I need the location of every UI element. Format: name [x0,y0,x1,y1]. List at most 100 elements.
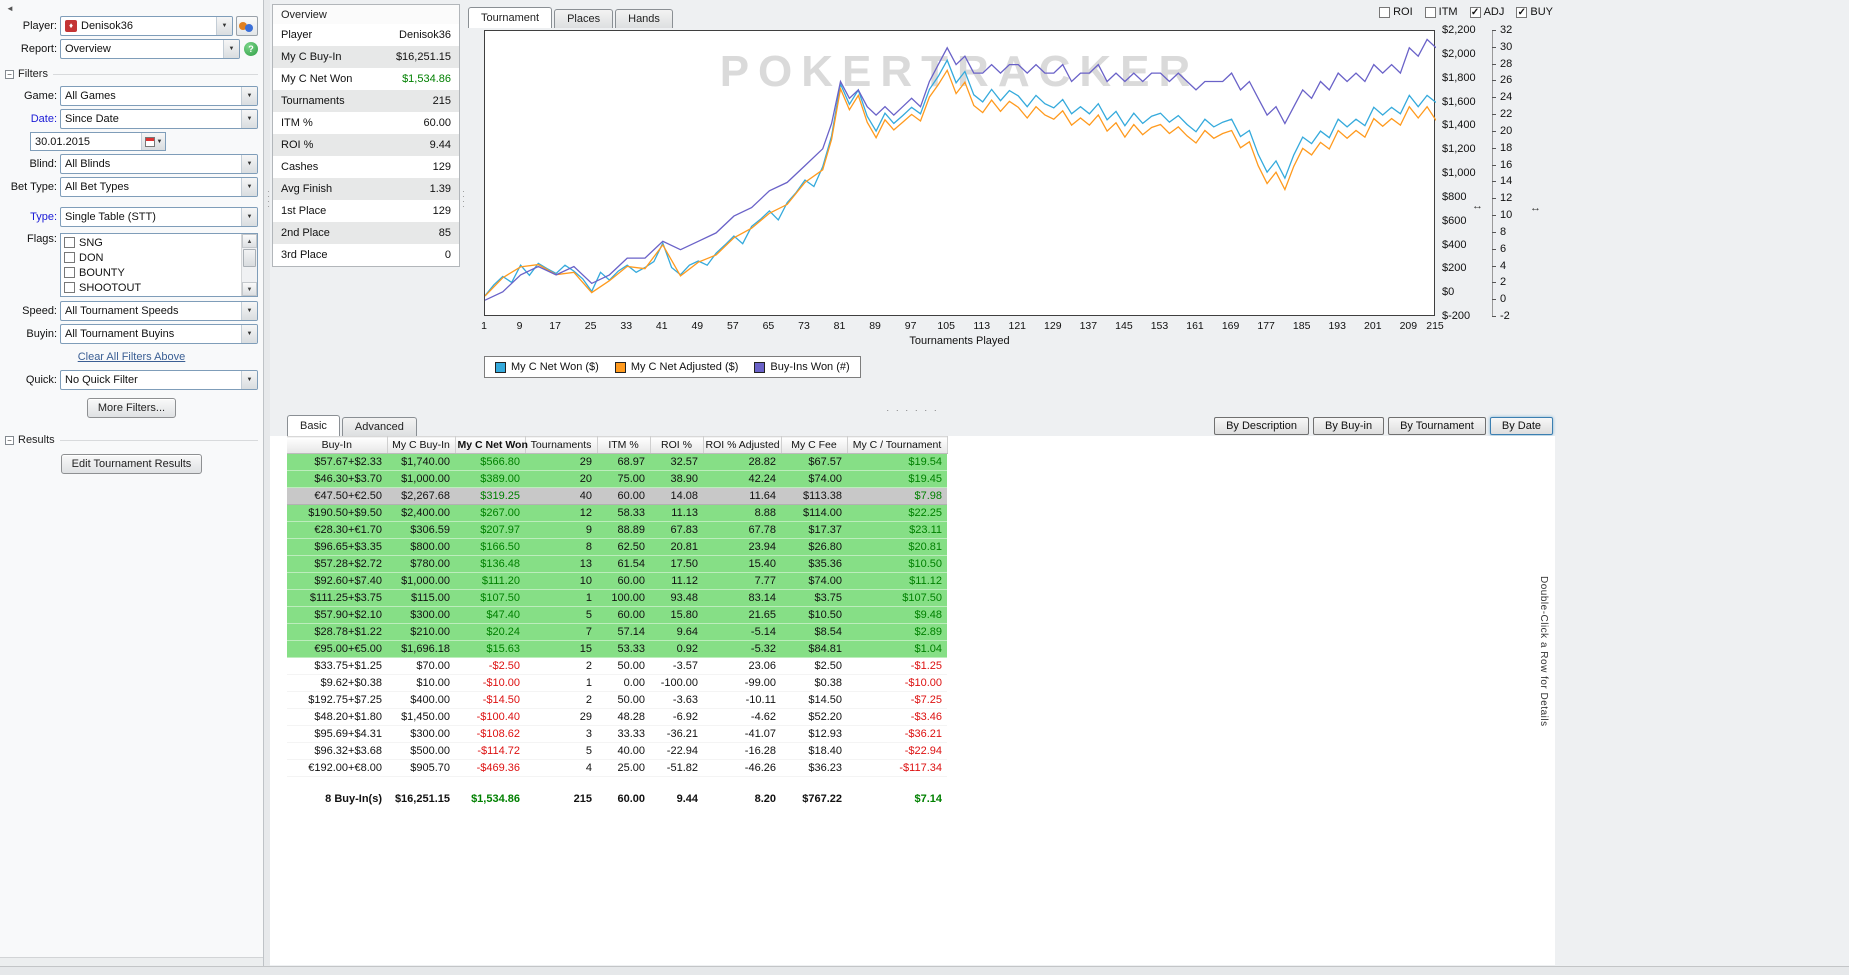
table-row[interactable]: $57.67+$2.33 $1,740.00 $566.80 29 68.97 32.57… [287,453,947,471]
flags-scrollbar[interactable]: ▲ ▼ [241,234,257,296]
column-header-itm[interactable]: ITM % [597,436,651,454]
table-row[interactable]: $28.78+$1.22 $210.00 $20.24 7 57.14 9.64 -5.14… [287,623,947,641]
cell: -$10.00 [847,674,947,692]
clear-all-filters-link[interactable]: Clear All Filters Above [78,351,186,363]
flag-checkbox-item[interactable]: SNG [61,235,240,250]
column-header-my-c-fee[interactable]: My C Fee [781,436,848,454]
date-select[interactable]: Since Date ▼ [60,109,258,129]
collapse-results-icon[interactable]: − [5,435,14,445]
chevron-down-icon[interactable]: ▼ [241,325,257,343]
collapse-filters-icon[interactable]: − [5,69,14,79]
column-header-my-c-tournament[interactable]: My C / Tournament [847,436,948,454]
table-row[interactable]: $96.32+$3.68 $500.00 -$114.72 5 40.00 -22.94-… [287,742,947,760]
tab-places[interactable]: Places [554,9,614,28]
table-row[interactable]: €95.00+€5.00 $1,696.18 $15.63 15 53.33 0.92 -5… [287,640,947,658]
chevron-down-icon[interactable]: ▼ [216,17,232,35]
tab-advanced[interactable]: Advanced [341,417,417,436]
table-row[interactable]: $192.75+$7.25 $400.00 -$14.50 2 50.00 -3.63 -1… [287,691,947,709]
chevron-down-icon[interactable]: ▼ [241,208,257,226]
column-header-roi[interactable]: ROI % [650,436,704,454]
tab-tournament[interactable]: Tournament [468,7,553,28]
table-row[interactable]: $57.28+$2.72 $780.00 $136.48 13 61.54 17.50 15… [287,555,947,573]
overview-chart-splitter[interactable]: ···· [459,0,469,405]
table-row[interactable]: €47.50+€2.50 $2,267.68 $319.25 40 60.00 14.08… [287,487,947,505]
report-help-icon[interactable]: ? [244,42,258,56]
chevron-down-icon[interactable]: ▼ [241,302,257,320]
table-row[interactable]: €192.00+€8.00 $905.70 -$469.36 4 25.00 -51.82… [287,759,947,777]
toggle-roi[interactable]: ROI [1379,6,1413,18]
flags-listbox[interactable]: SNG DON BOUNTY SHOOTOUT ▲ ▼ [60,233,258,297]
chevron-down-icon[interactable]: ▼ [241,155,257,173]
toggle-itm[interactable]: ITM [1424,6,1458,18]
game-select[interactable]: All Games ▼ [60,86,258,106]
toggle-buy[interactable]: ✓ BUY [1516,6,1553,18]
chevron-down-icon[interactable]: ▼ [241,110,257,128]
table-row[interactable]: $92.60+$7.40 $1,000.00 $111.20 10 60.00 11.12… [287,572,947,590]
blind-select[interactable]: All Blinds ▼ [60,154,258,174]
cell: 11.12 [650,572,703,590]
chevron-down-icon[interactable]: ▼ [223,40,239,58]
column-header-my-c-buy-in[interactable]: My C Buy-In [387,436,456,454]
player-select[interactable]: ♦ Denisok36 ▼ [60,16,233,36]
type-select[interactable]: Single Table (STT) ▼ [60,207,258,227]
table-row[interactable]: $57.90+$2.10 $300.00 $47.40 5 60.00 15.80 21.6… [287,606,947,624]
horizontal-splitter[interactable]: · · · · · · [270,406,1555,416]
flag-checkbox-item[interactable]: DON [61,250,240,265]
cell: -$2.50 [455,657,525,675]
table-row[interactable]: $33.75+$1.25 $70.00 -$2.50 2 50.00 -3.57 23.06… [287,657,947,675]
sort-button-by-tournament[interactable]: By Tournament [1388,417,1486,435]
sort-button-by-date[interactable]: By Date [1489,417,1553,435]
more-filters-button[interactable]: More Filters... [86,398,177,418]
chevron-down-icon[interactable]: ▼ [241,87,257,105]
edit-tournament-results-button[interactable]: Edit Tournament Results [60,454,203,474]
table-row[interactable]: $190.50+$9.50 $2,400.00 $267.00 12 58.33 11.1… [287,504,947,522]
tab-basic[interactable]: Basic [287,415,340,436]
axis-pan-icon[interactable]: ↔ [1530,202,1541,214]
axis-pan-icon[interactable]: ↔ [1472,200,1483,212]
column-header-roi-adjusted[interactable]: ROI % Adjusted [703,436,782,454]
scroll-down-icon[interactable]: ▼ [242,282,257,296]
horizontal-scrollbar[interactable] [0,966,1849,975]
cell: $1,000.00 [387,470,455,488]
column-header-my-c-net-won[interactable]: My C Net Won [455,436,528,454]
date-input[interactable]: 30.01.2015 ▼ [30,132,166,151]
cell: $12.93 [781,725,847,743]
date-picker-button[interactable]: ▼ [141,133,165,150]
table-row[interactable]: $48.20+$1.80 $1,450.00 -$100.40 29 48.28 -6.9… [287,708,947,726]
table-row[interactable]: $111.25+$3.75 $115.00 $107.50 1 100.00 93.48 8… [287,589,947,607]
flags-filter-row: Flags: SNG DON BOUNTY SHOOTOUT ▲ ▼ [0,233,263,297]
sort-button-by-description[interactable]: By Description [1214,417,1309,435]
chart-plot-area[interactable]: POKERTRACKER [484,30,1436,316]
scroll-up-icon[interactable]: ▲ [242,234,257,248]
table-row[interactable]: $9.62+$0.38 $10.00 -$10.00 1 0.00 -100.00 -99.… [287,674,947,692]
sidebar-scrollbar[interactable] [0,957,263,966]
buyin-select[interactable]: All Tournament Buyins ▼ [60,324,258,344]
cell: $0.38 [781,674,847,692]
table-row[interactable]: $46.30+$3.70 $1,000.00 $389.00 20 75.00 38.90… [287,470,947,488]
speed-select[interactable]: All Tournament Speeds ▼ [60,301,258,321]
column-header-buy-in[interactable]: Buy-In [287,436,388,454]
choose-player-button[interactable] [236,16,258,36]
toggle-adj[interactable]: ✓ ADJ [1469,6,1504,18]
total-row[interactable]: 8 Buy-In(s) $16,251.15 $1,534.86 215 60.00 9.… [287,791,947,808]
chevron-down-icon[interactable]: ▼ [241,178,257,196]
bet-type-select[interactable]: All Bet Types ▼ [60,177,258,197]
table-row[interactable]: $95.69+$4.31 $300.00 -$108.62 3 33.33 -36.21-… [287,725,947,743]
quick-filter-select[interactable]: No Quick Filter ▼ [60,370,258,390]
report-select[interactable]: Overview ▼ [60,39,240,59]
count-tick-label: 18 [1500,141,1513,154]
table-row[interactable]: €28.30+€1.70 $306.59 $207.97 9 88.89 67.83 67.… [287,521,947,539]
stat-value: 9.44 [429,139,451,151]
sort-button-by-buy-in[interactable]: By Buy-in [1312,417,1385,435]
flag-checkbox-item[interactable]: BOUNTY [61,265,240,280]
chevron-down-icon[interactable]: ▼ [241,371,257,389]
x-tick-label: 185 [1292,320,1311,332]
cell: 25.00 [597,759,650,777]
table-row[interactable]: $96.65+$3.35 $800.00 $166.50 8 62.50 20.81 23.… [287,538,947,556]
scrollbar-thumb[interactable] [243,249,256,267]
collapse-sidebar-icon[interactable]: ◄ [6,4,14,13]
flag-checkbox-item[interactable]: SHOOTOUT [61,280,240,295]
cell: -41.07 [703,725,781,743]
column-header-tournaments[interactable]: Tournaments [525,436,598,454]
tab-hands[interactable]: Hands [615,9,673,28]
